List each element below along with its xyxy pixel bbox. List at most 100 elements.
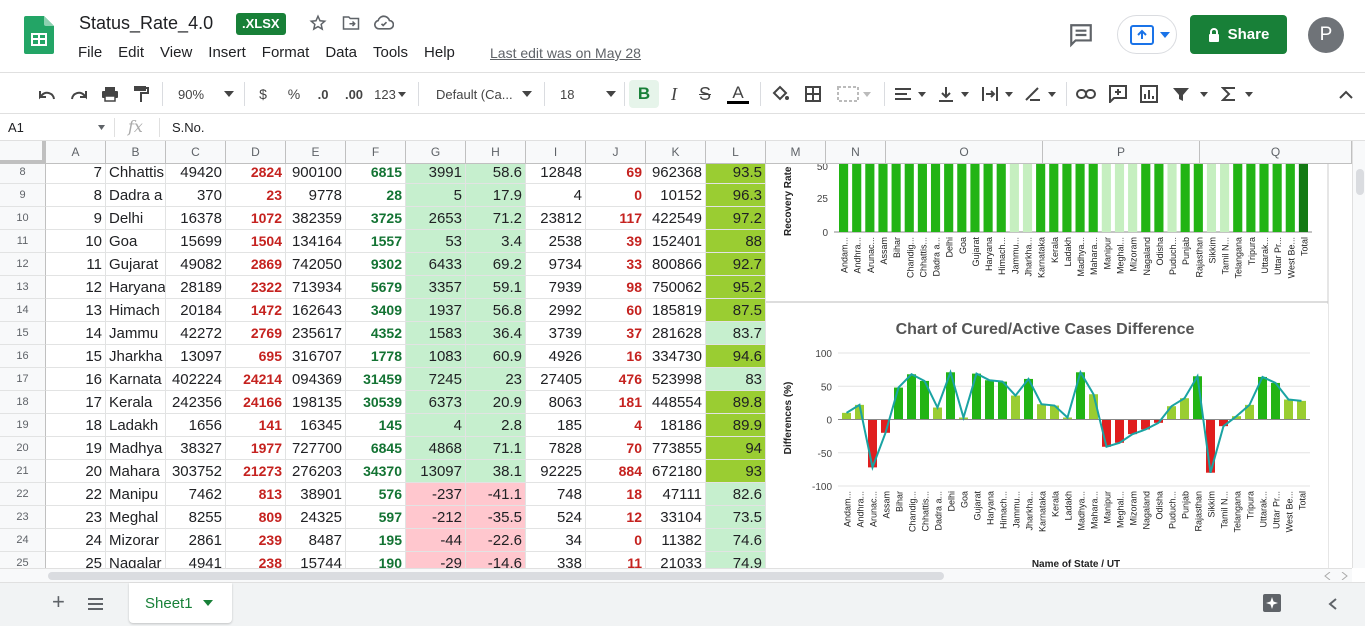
cell-j-9[interactable]: 0 xyxy=(586,184,646,207)
cell-g-25[interactable]: -29 xyxy=(406,552,466,568)
cell-l-25[interactable]: 74.9 xyxy=(706,552,766,568)
cell-l-23[interactable]: 73.5 xyxy=(706,506,766,529)
insert-comment-icon[interactable] xyxy=(1107,83,1129,105)
cell-b-16[interactable]: Jharkha xyxy=(106,345,166,368)
row-header[interactable]: 21 xyxy=(0,460,46,483)
column-header-o[interactable]: O xyxy=(886,141,1043,164)
explore-icon[interactable] xyxy=(1262,593,1282,613)
cell-g-20[interactable]: 4868 xyxy=(406,437,466,460)
column-header-l[interactable]: L xyxy=(706,141,766,164)
star-icon[interactable] xyxy=(307,12,329,34)
cell-h-20[interactable]: 71.1 xyxy=(466,437,526,460)
horizontal-scroll-thumb[interactable] xyxy=(48,572,944,580)
cell-b-12[interactable]: Gujarat xyxy=(106,253,166,276)
cell-j-21[interactable]: 884 xyxy=(586,460,646,483)
charts-svg[interactable]: 50250Recovery RateAndam... Andhra... Aruna… xyxy=(766,164,1352,568)
cell-i-17[interactable]: 27405 xyxy=(526,368,586,391)
cell-k-14[interactable]: 185819 xyxy=(646,299,706,322)
cell-b-19[interactable]: Ladakh xyxy=(106,414,166,437)
row-header[interactable]: 14 xyxy=(0,299,46,322)
cell-f-19[interactable]: 145 xyxy=(346,414,406,437)
cell-c-19[interactable]: 1656 xyxy=(166,414,226,437)
row-header[interactable]: 15 xyxy=(0,322,46,345)
italic-button[interactable]: I xyxy=(664,83,684,105)
cell-j-20[interactable]: 70 xyxy=(586,437,646,460)
cell-i-20[interactable]: 7828 xyxy=(526,437,586,460)
row-header[interactable]: 17 xyxy=(0,368,46,391)
add-sheet-icon[interactable]: + xyxy=(52,591,72,613)
formula-input[interactable]: S.No. xyxy=(172,120,205,135)
cell-k-23[interactable]: 33104 xyxy=(646,506,706,529)
cell-g-22[interactable]: -237 xyxy=(406,483,466,506)
cell-j-23[interactable]: 12 xyxy=(586,506,646,529)
row-header[interactable]: 20 xyxy=(0,437,46,460)
cell-h-10[interactable]: 71.2 xyxy=(466,207,526,230)
cell-e-9[interactable]: 9778 xyxy=(286,184,346,207)
cell-d-10[interactable]: 1072 xyxy=(226,207,286,230)
cell-a-14[interactable]: 13 xyxy=(46,299,106,322)
menu-edit[interactable]: Edit xyxy=(118,44,144,61)
cell-g-8[interactable]: 3991 xyxy=(406,164,466,184)
cell-d-9[interactable]: 23 xyxy=(226,184,286,207)
cell-k-10[interactable]: 422549 xyxy=(646,207,706,230)
cell-i-15[interactable]: 3739 xyxy=(526,322,586,345)
menu-help[interactable]: Help xyxy=(424,44,455,61)
menu-file[interactable]: File xyxy=(78,44,102,61)
cell-g-23[interactable]: -212 xyxy=(406,506,466,529)
insert-link-icon[interactable] xyxy=(1075,83,1097,105)
cell-d-20[interactable]: 1977 xyxy=(226,437,286,460)
cell-e-10[interactable]: 382359 xyxy=(286,207,346,230)
cell-b-20[interactable]: Madhya xyxy=(106,437,166,460)
cell-h-16[interactable]: 60.9 xyxy=(466,345,526,368)
vertical-scroll-thumb[interactable] xyxy=(1356,169,1364,195)
cell-d-19[interactable]: 141 xyxy=(226,414,286,437)
cell-d-15[interactable]: 2769 xyxy=(226,322,286,345)
cell-i-16[interactable]: 4926 xyxy=(526,345,586,368)
cell-f-13[interactable]: 5679 xyxy=(346,276,406,299)
cell-e-21[interactable]: 276203 xyxy=(286,460,346,483)
cell-d-13[interactable]: 2322 xyxy=(226,276,286,299)
cell-j-17[interactable]: 476 xyxy=(586,368,646,391)
cell-d-21[interactable]: 21273 xyxy=(226,460,286,483)
cell-a-20[interactable]: 19 xyxy=(46,437,106,460)
cell-a-18[interactable]: 17 xyxy=(46,391,106,414)
cell-l-20[interactable]: 94 xyxy=(706,437,766,460)
cell-j-13[interactable]: 98 xyxy=(586,276,646,299)
cell-k-25[interactable]: 21033 xyxy=(646,552,706,568)
scroll-right-icon[interactable] xyxy=(1340,572,1348,580)
cell-c-15[interactable]: 42272 xyxy=(166,322,226,345)
cell-l-12[interactable]: 92.7 xyxy=(706,253,766,276)
functions-icon[interactable] xyxy=(1220,83,1256,105)
cell-e-8[interactable]: 900100 xyxy=(286,164,346,184)
cell-d-25[interactable]: 238 xyxy=(226,552,286,568)
sheet-tab[interactable]: Sheet1 xyxy=(129,583,232,623)
vertical-scrollbar[interactable] xyxy=(1352,141,1365,568)
cell-b-22[interactable]: Manipu xyxy=(106,483,166,506)
cell-l-10[interactable]: 97.2 xyxy=(706,207,766,230)
font-size-select[interactable]: 18 xyxy=(554,83,618,105)
row-header[interactable]: 10 xyxy=(0,207,46,230)
cell-l-11[interactable]: 88 xyxy=(706,230,766,253)
row-header[interactable]: 22 xyxy=(0,483,46,506)
cell-l-21[interactable]: 93 xyxy=(706,460,766,483)
menu-format[interactable]: Format xyxy=(262,44,310,61)
cell-i-24[interactable]: 34 xyxy=(526,529,586,552)
column-header-p[interactable]: P xyxy=(1043,141,1200,164)
cell-h-19[interactable]: 2.8 xyxy=(466,414,526,437)
row-header[interactable]: 23 xyxy=(0,506,46,529)
cell-l-9[interactable]: 96.3 xyxy=(706,184,766,207)
row-header[interactable]: 16 xyxy=(0,345,46,368)
decrease-decimal-button[interactable]: .0 xyxy=(312,83,334,105)
cell-j-16[interactable]: 16 xyxy=(586,345,646,368)
column-header-h[interactable]: H xyxy=(466,141,526,164)
zoom-select[interactable]: 90% xyxy=(172,83,236,105)
currency-format-button[interactable]: $ xyxy=(254,83,272,105)
cell-b-13[interactable]: Haryana xyxy=(106,276,166,299)
cell-a-12[interactable]: 11 xyxy=(46,253,106,276)
cell-f-18[interactable]: 30539 xyxy=(346,391,406,414)
cell-j-15[interactable]: 37 xyxy=(586,322,646,345)
paint-format-icon[interactable] xyxy=(130,83,152,105)
collapse-menus-icon[interactable] xyxy=(1336,83,1356,105)
cell-j-22[interactable]: 18 xyxy=(586,483,646,506)
cell-a-23[interactable]: 23 xyxy=(46,506,106,529)
